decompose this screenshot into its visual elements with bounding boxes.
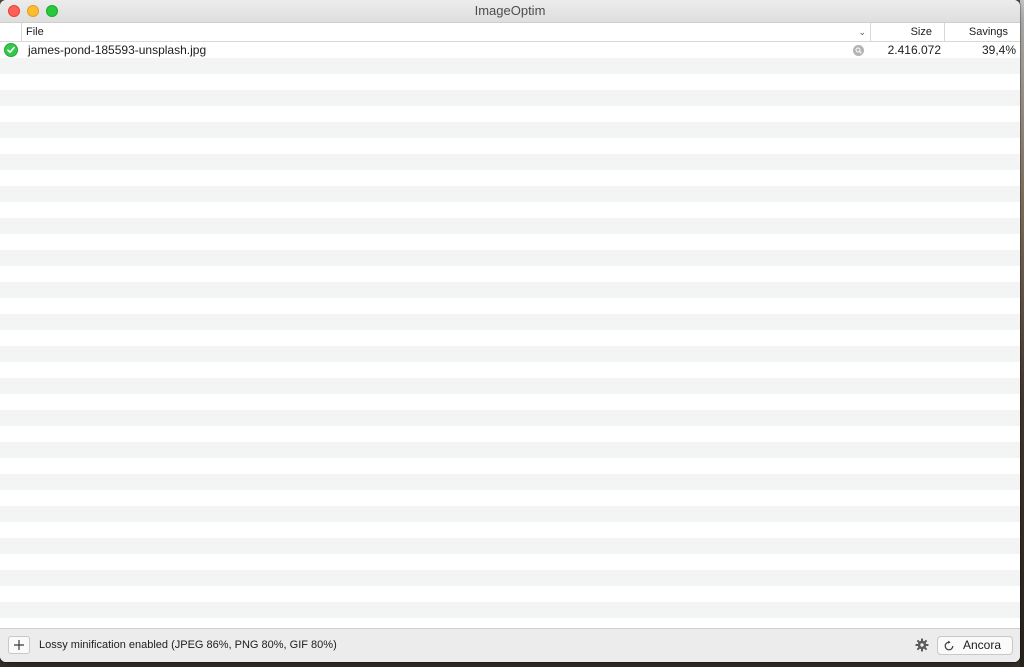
file-size: 2.416.072: [887, 43, 941, 57]
file-table-header: File ⌄ Size Savings: [0, 23, 1020, 42]
add-files-button[interactable]: [8, 636, 30, 654]
title-bar[interactable]: ImageOptim: [0, 0, 1020, 23]
imageoptim-window: ImageOptim File ⌄ Size Savings james-pon…: [0, 0, 1020, 662]
gear-icon[interactable]: [915, 638, 929, 652]
window-title: ImageOptim: [474, 3, 546, 18]
plus-icon: [14, 640, 24, 650]
lossy-status-text: Lossy minification enabled (JPEG 86%, PN…: [39, 639, 337, 651]
check-icon: [4, 43, 18, 57]
refresh-icon: [944, 640, 954, 651]
table-row[interactable]: james-pond-185593-unsplash.jpg 2.416.072…: [0, 42, 1020, 58]
savings-column-header[interactable]: Savings: [945, 23, 1020, 41]
optimize-again-label: Ancora: [963, 638, 1002, 652]
status-column-header[interactable]: [0, 23, 22, 41]
chevron-down-icon: ⌄: [858, 27, 866, 37]
magnifier-icon[interactable]: [853, 45, 864, 56]
file-name: james-pond-185593-unsplash.jpg: [28, 43, 207, 57]
desktop-edge: [1020, 0, 1024, 667]
file-list[interactable]: james-pond-185593-unsplash.jpg 2.416.072…: [0, 42, 1020, 628]
optimize-again-button[interactable]: Ancora: [937, 636, 1013, 655]
file-savings: 39,4%: [981, 43, 1016, 57]
bottom-toolbar: Lossy minification enabled (JPEG 86%, PN…: [0, 628, 1020, 662]
file-column-header[interactable]: File ⌄: [22, 23, 871, 41]
size-column-header[interactable]: Size: [871, 23, 945, 41]
file-column-label: File: [26, 26, 44, 38]
